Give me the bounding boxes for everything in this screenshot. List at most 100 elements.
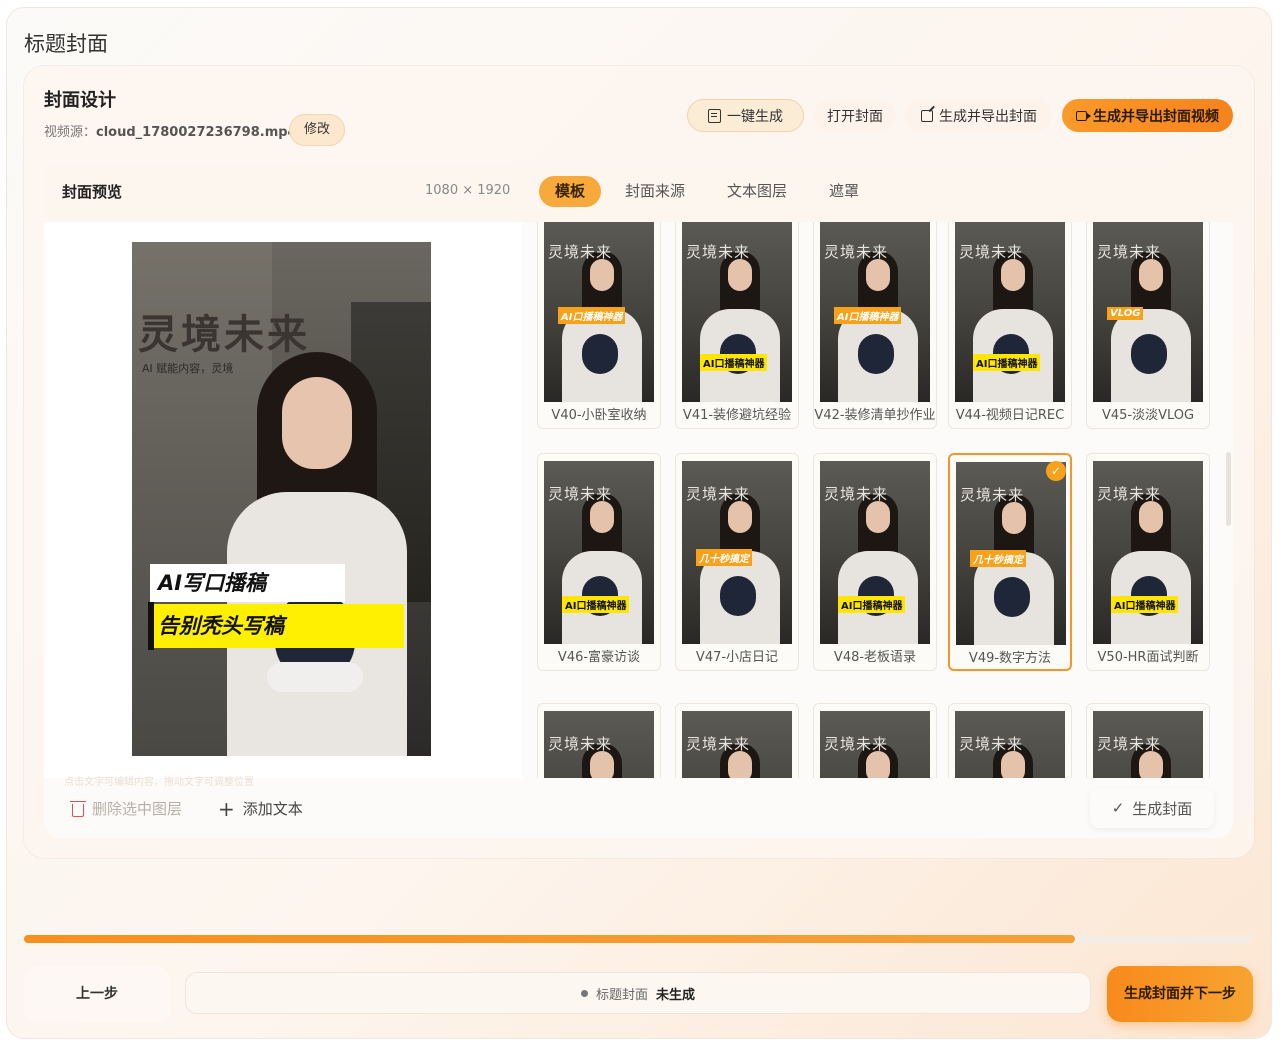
status-value: 未生成 xyxy=(656,987,696,1003)
template-card[interactable]: 灵境未来AI口播稿神器 xyxy=(1086,703,1210,778)
template-brand-text: 灵境未来 xyxy=(686,485,751,503)
template-thumbnail: 灵境未来 AI口播稿神器 xyxy=(544,461,654,644)
template-thumbnail: 灵境未来 VLOG xyxy=(1093,222,1203,402)
template-card[interactable]: 灵境未来 xyxy=(537,703,661,778)
template-scrollbar[interactable] xyxy=(1226,452,1231,526)
cover-preview-image[interactable]: 灵境未来 AI 赋能内容，灵境 AI写口播稿 告别秃头写稿 xyxy=(132,242,431,756)
template-card[interactable]: 灵境未来 AI口播稿神器 V42-装修清单抄作业 xyxy=(813,222,937,429)
generate-cover-button[interactable]: ✓ 生成封面 xyxy=(1090,788,1214,828)
template-card[interactable]: 灵境未来 xyxy=(675,703,799,778)
edit-video-button[interactable]: 修改 xyxy=(289,114,345,146)
template-thumbnail: 灵境未来 几十秒搞定 xyxy=(682,461,792,644)
template-card[interactable]: 灵境未来 几十秒搞定 V47-小店日记 xyxy=(675,453,799,671)
cover-caption-line2[interactable]: 告别秃头写稿 xyxy=(148,602,404,650)
template-card[interactable]: 灵境未来 AI口播稿神器 V40-小卧室收纳 xyxy=(537,222,661,429)
template-tag-text: AI口播稿神器 xyxy=(834,307,902,324)
template-card[interactable]: 灵境未来 xyxy=(948,703,1072,778)
delete-layer-button[interactable]: 删除选中图层 xyxy=(70,798,182,819)
generate-cover-label: 生成封面 xyxy=(1132,799,1193,818)
template-tag-text: 几十秒搞定 xyxy=(970,550,1026,567)
template-label: V46-富豪访谈 xyxy=(557,650,641,665)
previous-step-button[interactable]: 上一步 xyxy=(24,966,170,1022)
check-icon: ✓ xyxy=(1111,799,1125,817)
template-thumbnail: 灵境未来 AI口播稿神器 xyxy=(1093,461,1203,644)
template-card[interactable]: 灵境未来 AI口播稿神器 V41-装修避坑经验 xyxy=(675,222,799,429)
page-title: 标题封面 xyxy=(24,32,108,56)
generate-export-video-button[interactable]: 生成并导出封面视频 xyxy=(1062,99,1233,132)
template-label: V44-视频日记REC xyxy=(955,408,1065,423)
cover-caption-line1[interactable]: AI写口播稿 xyxy=(150,564,345,602)
template-brand-text: 灵境未来 xyxy=(824,735,889,753)
template-card[interactable]: 灵境未来几十秒搞定 V49-数字方法 ✓ xyxy=(948,453,1072,671)
template-grid: 灵境未来 AI口播稿神器 V40-小卧室收纳 灵境未来 AI口播稿神器 V41-装修避坑经… xyxy=(530,222,1222,778)
template-thumbnail: 灵境未来 xyxy=(682,711,792,778)
template-label: V45-淡淡VLOG xyxy=(1101,408,1195,423)
preview-title: 封面预览 xyxy=(62,183,123,201)
template-brand-text: 灵境未来 xyxy=(548,485,613,503)
template-thumbnail: 灵境未来AI口播稿神器 xyxy=(544,222,654,402)
tab-mask[interactable]: 遮罩 xyxy=(829,176,859,207)
template-tag-text: AI口播稿神器 xyxy=(562,596,630,613)
generate-export-cover-button[interactable]: 生成并导出封面 xyxy=(906,99,1052,132)
template-thumbnail: 灵境未来 AI口播稿神器 xyxy=(820,222,930,402)
template-brand-text: 灵境未来 xyxy=(824,243,889,261)
template-card[interactable]: 灵境未来 VLOG V45-淡淡VLOG xyxy=(1086,222,1210,429)
template-brand-text: 灵境未来 xyxy=(1097,735,1162,753)
template-thumbnail: 灵境未来几十秒搞定 xyxy=(956,462,1066,645)
template-card[interactable]: 灵境未来 AI口播稿神器 V44-视频日记REC xyxy=(948,222,1072,429)
tab-text-layer[interactable]: 文本图层 xyxy=(727,176,787,207)
template-brand-text: 灵境未来 xyxy=(686,735,751,753)
video-icon xyxy=(1076,110,1091,121)
section-title: 封面设计 xyxy=(44,90,116,111)
generate-export-video-label: 生成并导出封面视频 xyxy=(1093,108,1219,125)
template-tag-text: AI口播稿神器 xyxy=(700,354,768,371)
template-thumbnail: 灵境未来 AI口播稿神器 xyxy=(955,222,1065,402)
template-thumbnail: 灵境未来 AI口播稿神器 xyxy=(820,461,930,644)
template-brand-text: 灵境未来 xyxy=(1097,243,1162,261)
add-text-button[interactable]: + 添加文本 xyxy=(218,798,303,819)
selected-check-icon: ✓ xyxy=(1046,461,1066,481)
template-label: V48-老板语录 xyxy=(833,650,917,665)
progress-fill xyxy=(24,935,1075,943)
template-brand-text: 灵境未来 xyxy=(1097,485,1162,503)
cover-brand-subtext: AI 赋能内容，灵境 xyxy=(142,362,234,375)
open-cover-label: 打开封面 xyxy=(827,108,883,125)
template-tag-text: AI口播稿神器 xyxy=(1111,596,1179,613)
editor-hint: 点击文字可编辑内容，拖动文字可调整位置 xyxy=(64,777,254,788)
template-tag-text: AI口播稿神器 xyxy=(973,354,1041,371)
one-click-generate-label: 一键生成 xyxy=(727,108,783,125)
template-card[interactable]: 灵境未来 AI口播稿神器 V48-老板语录 xyxy=(813,453,937,671)
open-cover-button[interactable]: 打开封面 xyxy=(814,99,896,132)
add-text-label: 添加文本 xyxy=(242,800,303,818)
template-card[interactable]: 灵境未来 xyxy=(813,703,937,778)
generate-next-button[interactable]: 生成封面并下一步 xyxy=(1107,966,1253,1022)
template-label: V50-HR面试判断 xyxy=(1097,650,1199,665)
template-brand-text: 灵境未来 xyxy=(548,243,613,261)
template-thumbnail: 灵境未来 xyxy=(820,711,930,778)
tab-cover-source[interactable]: 封面来源 xyxy=(625,176,685,207)
status-name: 标题封面 xyxy=(595,987,648,1003)
template-label: V40-小卧室收纳 xyxy=(551,408,647,423)
video-source: 视频源：cloud_1780027236798.mp4 xyxy=(44,121,297,140)
template-thumbnail: 灵境未来AI口播稿神器 xyxy=(682,222,792,402)
template-thumbnail: 灵境未来AI口播稿神器 xyxy=(1093,711,1203,778)
progress-bar xyxy=(24,935,1253,943)
template-card[interactable]: 灵境未来 AI口播稿神器 V50-HR面试判断 xyxy=(1086,453,1210,671)
template-brand-text: 灵境未来 xyxy=(959,735,1024,753)
template-brand-text: 灵境未来 xyxy=(960,486,1025,504)
template-tag-text: VLOG xyxy=(1107,307,1144,320)
tab-template[interactable]: 模板 xyxy=(539,176,602,207)
template-brand-text: 灵境未来 xyxy=(959,243,1024,261)
template-thumbnail: 灵境未来 xyxy=(955,711,1065,778)
template-label: V49-数字方法 xyxy=(968,651,1052,666)
video-source-label: 视频源： xyxy=(44,125,97,140)
template-thumbnail: 灵境未来 xyxy=(544,711,654,778)
template-brand-text: 灵境未来 xyxy=(824,485,889,503)
resolution-label: 1080 × 1920 xyxy=(425,183,511,198)
one-click-generate-button[interactable]: 一键生成 xyxy=(687,99,804,132)
document-icon xyxy=(708,108,721,123)
template-tag-text: AI口播稿神器 xyxy=(838,596,906,613)
generate-export-cover-label: 生成并导出封面 xyxy=(939,108,1037,125)
plus-icon: + xyxy=(218,796,235,821)
template-card[interactable]: 灵境未来 AI口播稿神器 V46-富豪访谈 xyxy=(537,453,661,671)
